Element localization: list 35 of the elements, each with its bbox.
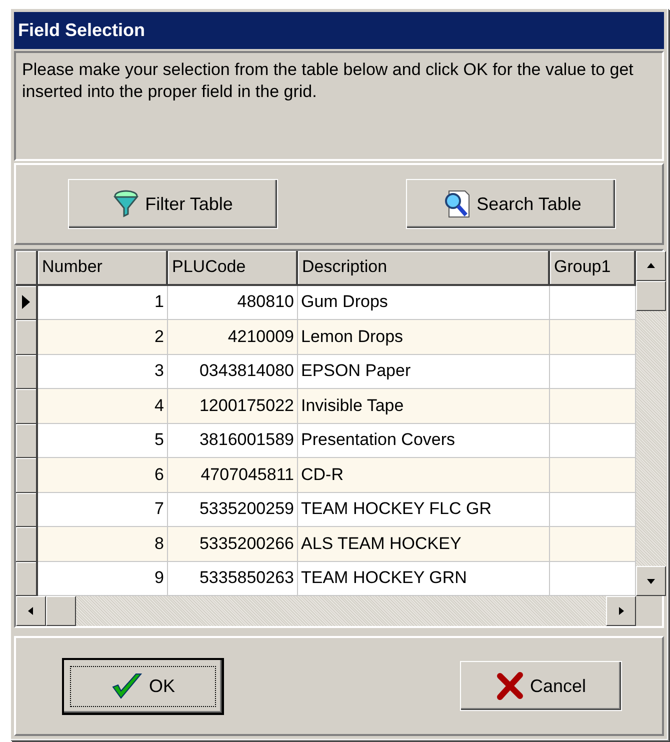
row-indicator[interactable] bbox=[16, 354, 38, 389]
scroll-down-button[interactable] bbox=[636, 566, 666, 596]
row-indicator[interactable] bbox=[16, 286, 38, 320]
column-header[interactable]: Description bbox=[298, 251, 550, 286]
vertical-scrollbar[interactable] bbox=[636, 251, 666, 596]
scroll-up-button[interactable] bbox=[636, 251, 666, 281]
scroll-thumb[interactable] bbox=[636, 281, 666, 311]
row-indicator[interactable] bbox=[16, 320, 38, 354]
down-arrow-icon bbox=[646, 576, 656, 586]
right-arrow-icon bbox=[616, 606, 626, 616]
column-header[interactable]: PLUCode bbox=[168, 251, 298, 286]
row-indicator[interactable] bbox=[16, 492, 38, 527]
scroll-right-button[interactable] bbox=[606, 596, 636, 626]
column-header[interactable]: Number bbox=[38, 251, 168, 286]
ok-button[interactable]: OK bbox=[62, 658, 224, 714]
filter-button[interactable]: Filter Table bbox=[68, 179, 278, 229]
scroll-left-button[interactable] bbox=[16, 596, 46, 626]
window-title: Field Selection bbox=[14, 12, 664, 49]
cancel-button[interactable]: Cancel bbox=[460, 661, 622, 711]
row-indicator[interactable] bbox=[16, 389, 38, 424]
up-arrow-icon bbox=[646, 261, 656, 271]
instruction-text: Please make your selection from the table below and click OK for the value to get inserted into the proper field in the grid. bbox=[14, 51, 664, 161]
row-indicator[interactable] bbox=[16, 458, 38, 492]
column-header[interactable]: Group1 bbox=[550, 251, 636, 286]
cross-icon bbox=[496, 672, 524, 700]
scroll-thumb[interactable] bbox=[46, 596, 76, 626]
checkmark-icon bbox=[110, 671, 143, 701]
row-indicator[interactable] bbox=[16, 562, 38, 596]
row-indicator[interactable] bbox=[16, 527, 38, 562]
current-row-icon bbox=[21, 294, 31, 310]
left-arrow-icon bbox=[26, 606, 36, 616]
row-indicator[interactable] bbox=[16, 424, 38, 458]
funnel-icon bbox=[113, 190, 140, 218]
search-button[interactable]: Search Table bbox=[406, 179, 616, 229]
horizontal-scrollbar[interactable] bbox=[16, 596, 636, 626]
